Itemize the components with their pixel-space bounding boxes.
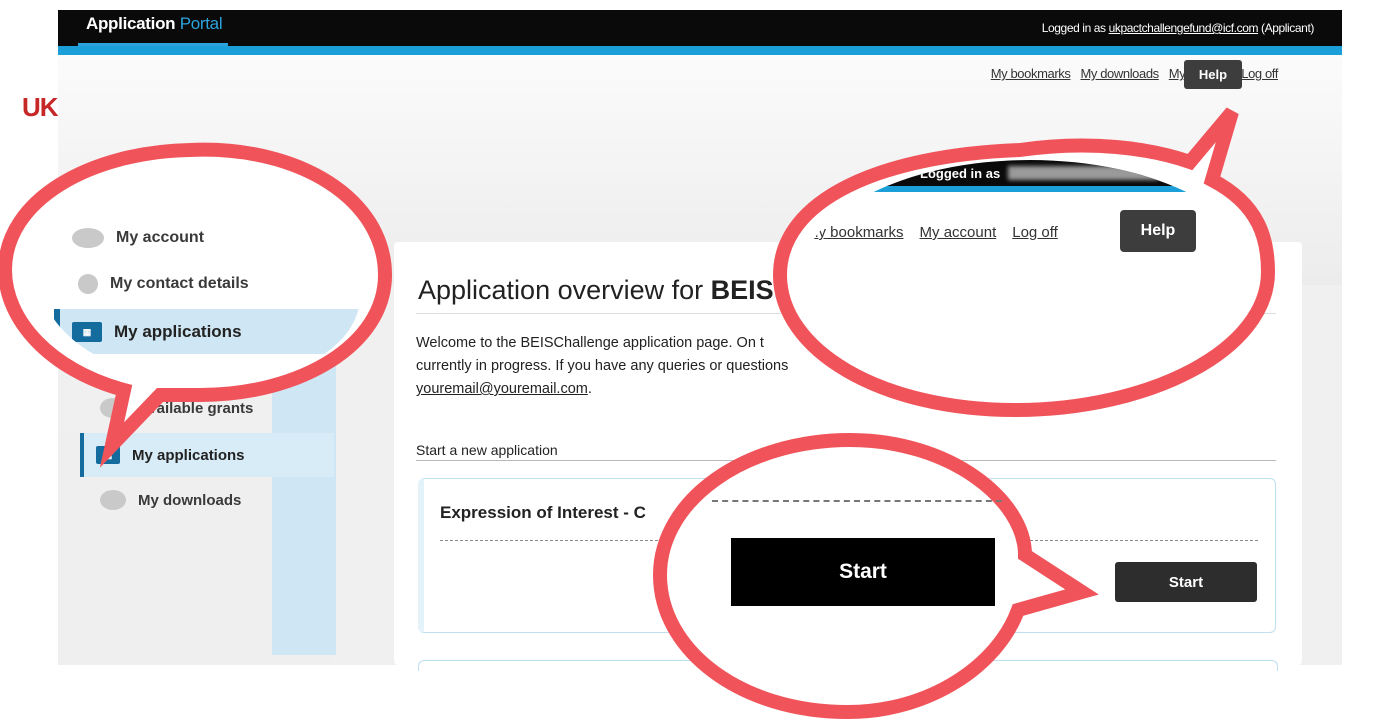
- callout-accent-bar: [870, 186, 1260, 192]
- callout-topbar: Logged in as Applicant): [870, 160, 1260, 186]
- redacted-email: [1008, 166, 1159, 180]
- person-icon: [78, 274, 98, 294]
- account-group-icon: [72, 228, 104, 248]
- callout-card-divider: [712, 500, 1002, 504]
- applications-icon: ▦: [72, 322, 102, 342]
- callout-start-button[interactable]: Start: [731, 538, 995, 606]
- callout-my-contact-details[interactable]: My contact details: [78, 274, 249, 294]
- right-callout-content: Logged in as Applicant) My bookmarks My …: [800, 160, 1260, 400]
- left-callout-content: My account My contact details ▦ My appli…: [40, 182, 360, 382]
- callout-my-applications[interactable]: ▦ My applications: [72, 322, 242, 342]
- callout-bookmarks-link[interactable]: My bookmarks: [806, 224, 904, 241]
- callout-links: My bookmarks My account Log off: [806, 224, 1058, 241]
- callout-my-account[interactable]: My account: [72, 228, 204, 248]
- callout-help-button[interactable]: Help: [1120, 210, 1196, 252]
- callout-logoff-link[interactable]: Log off: [1012, 224, 1058, 241]
- callout-account-link[interactable]: My account: [920, 224, 997, 241]
